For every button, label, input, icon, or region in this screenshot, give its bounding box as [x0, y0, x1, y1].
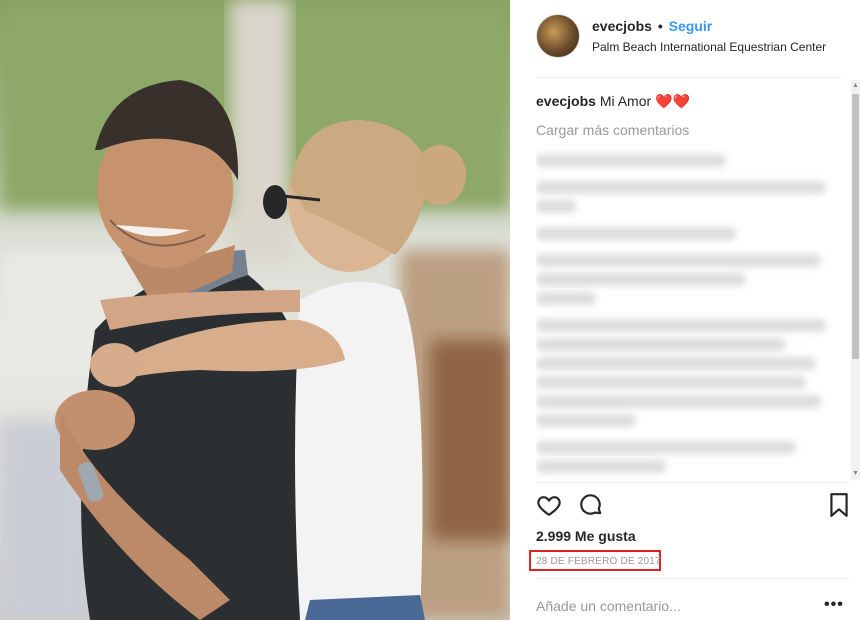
post-actions: [536, 492, 850, 520]
blurred-comment: [536, 200, 576, 213]
caption-text: Mi Amor ❤️❤️: [599, 93, 690, 109]
blurred-comment: [536, 460, 666, 473]
photo-illustration: [0, 0, 510, 620]
blurred-comment: [536, 254, 821, 267]
blurred-comment: [536, 292, 596, 305]
blurred-comment: [536, 395, 821, 408]
header-username-row: evecjobs • Seguir: [592, 18, 712, 34]
caption: evecjobs Mi Amor ❤️❤️: [536, 93, 850, 110]
comment-icon[interactable]: [578, 492, 604, 523]
likes-count[interactable]: 2.999 Me gusta: [536, 528, 636, 544]
blurred-comment: [536, 441, 796, 454]
load-more-comments-button[interactable]: Cargar más comentarios: [536, 122, 850, 138]
post-photo[interactable]: [0, 0, 510, 620]
post-date[interactable]: 28 DE FEBRERO DE 2017: [536, 556, 661, 567]
username-link[interactable]: evecjobs: [592, 18, 652, 34]
post-panel: evecjobs • Seguir Palm Beach Internation…: [510, 0, 860, 620]
scroll-up-arrow-icon[interactable]: ▲: [851, 82, 860, 90]
comments-scrollbar[interactable]: ▲ ▼: [851, 80, 860, 480]
ellipsis-icon[interactable]: •••: [824, 596, 844, 614]
post-header: evecjobs • Seguir Palm Beach Internation…: [536, 14, 846, 62]
divider: [536, 578, 850, 579]
comments-list: evecjobs Mi Amor ❤️❤️ Cargar más comenta…: [536, 90, 850, 480]
blurred-comment: [536, 357, 816, 370]
bookmark-icon[interactable]: [828, 492, 850, 523]
blurred-comment: [536, 154, 726, 167]
heart-icon[interactable]: [536, 492, 562, 523]
follow-button[interactable]: Seguir: [669, 18, 713, 34]
blurred-comment: [536, 319, 826, 332]
location-link[interactable]: Palm Beach International Equestrian Cent…: [592, 40, 826, 54]
blurred-comment: [536, 181, 826, 194]
add-comment-input[interactable]: Añade un comentario...: [536, 598, 681, 614]
scroll-thumb[interactable]: [852, 94, 859, 359]
blurred-comment: [536, 273, 746, 286]
blurred-comment: [536, 376, 806, 389]
avatar[interactable]: [536, 14, 580, 58]
scroll-down-arrow-icon[interactable]: ▼: [851, 470, 860, 478]
blurred-comment: [536, 227, 736, 240]
caption-username[interactable]: evecjobs: [536, 93, 596, 109]
separator-dot: •: [657, 18, 663, 34]
divider: [536, 77, 842, 78]
blurred-comment: [536, 414, 636, 427]
divider: [536, 482, 850, 483]
blurred-comment: [536, 338, 786, 351]
